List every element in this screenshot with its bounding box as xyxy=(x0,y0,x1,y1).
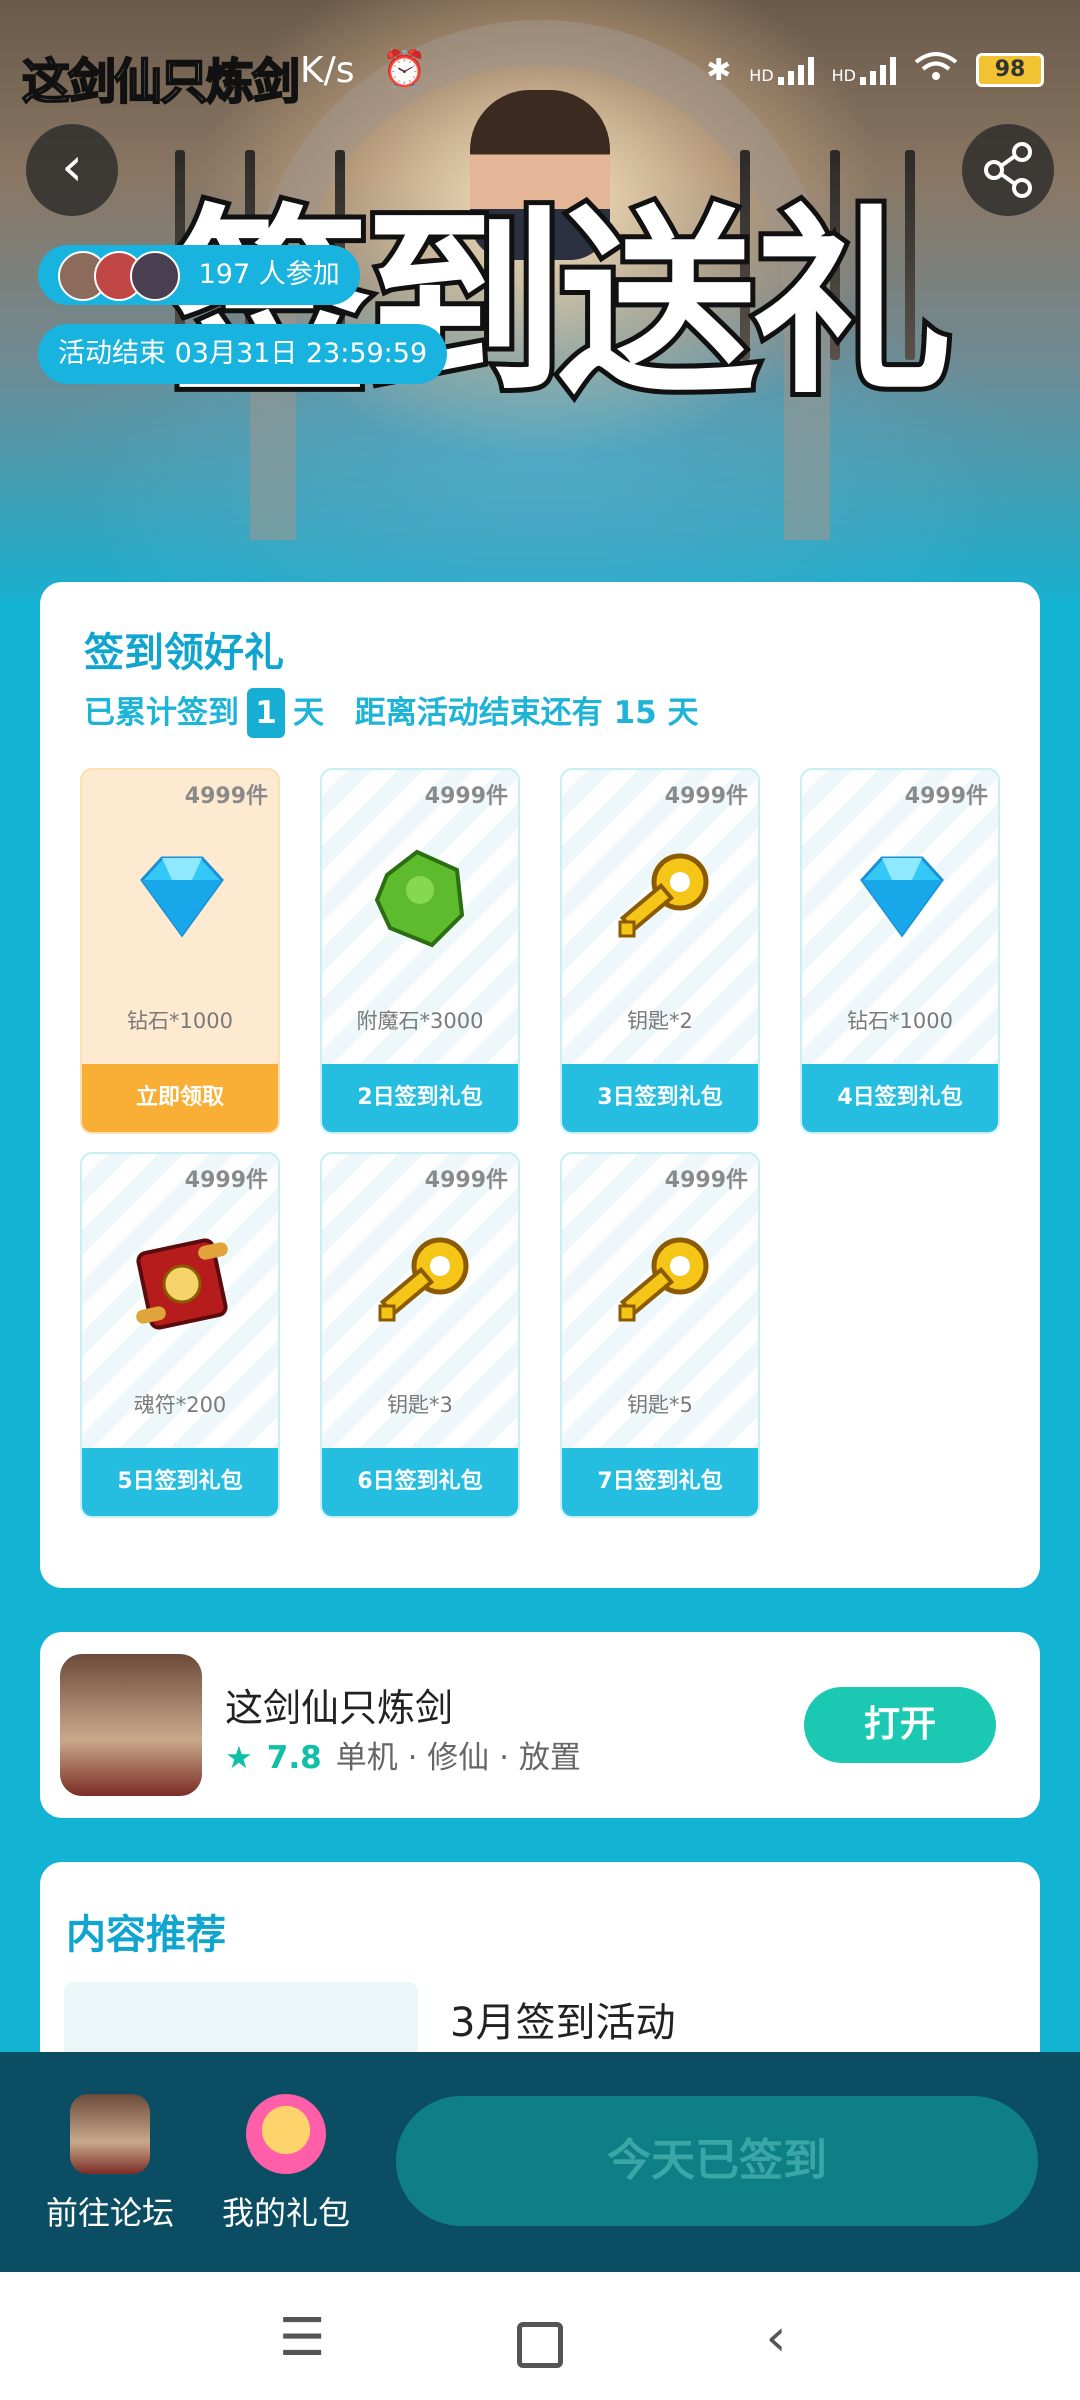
app-meta: ★ 7.8 单机 · 修仙 · 放置 xyxy=(225,1732,581,1777)
signal-icon xyxy=(777,55,814,85)
net-speed: K/s xyxy=(300,50,355,91)
day-gift-button[interactable]: 6日签到礼包 xyxy=(322,1448,518,1516)
status-icons: ✱ HD HD 98 xyxy=(706,50,1044,90)
gift-card-day6[interactable]: 4999件 钥匙*3 6日签到礼包 xyxy=(320,1152,520,1518)
signin-card: 签到领好礼 已累计签到 1 天 距离活动结束还有 15 天 4999件 钻石*100… xyxy=(40,582,1040,1588)
alarm-icon: ⏰ xyxy=(382,49,427,90)
green-stone-icon xyxy=(374,849,465,948)
home-icon[interactable] xyxy=(500,2308,580,2368)
remaining-days: 距离活动结束还有 15 天 xyxy=(354,695,699,731)
scroll-icon xyxy=(136,1238,228,1330)
key-icon xyxy=(378,1237,469,1322)
signal-1: HD xyxy=(749,55,814,85)
day-gift-button[interactable]: 5日签到礼包 xyxy=(82,1448,278,1516)
day-gift-button[interactable]: 4日签到礼包 xyxy=(802,1064,998,1132)
chevron-left-icon: ‹ xyxy=(61,135,83,198)
star-icon: ★ xyxy=(225,1740,253,1776)
my-gifts-button[interactable]: 我的礼包 xyxy=(206,2094,366,2234)
key-icon xyxy=(618,1237,709,1322)
back-nav-icon[interactable]: ‹ xyxy=(736,2308,816,2368)
bluetooth-icon: ✱ xyxy=(706,52,732,88)
forum-icon xyxy=(70,2094,150,2174)
menu-icon[interactable]: ☰ xyxy=(262,2308,342,2368)
day-gift-button[interactable]: 7日签到礼包 xyxy=(562,1448,758,1516)
app-icon xyxy=(60,1654,202,1796)
participant-avatars xyxy=(58,250,180,301)
signed-today-button[interactable]: 今天已签到 xyxy=(396,2096,1038,2226)
diamond-icon xyxy=(140,856,224,938)
signal-icon xyxy=(860,55,896,85)
signal-2: HD xyxy=(832,55,896,85)
status-bar: 这剑仙只炼剑 K/s ⏰ ✱ HD HD 98 xyxy=(0,20,1080,111)
participants-badge: 197 人参加 xyxy=(38,245,360,305)
signin-progress: 已累计签到 1 天 距离活动结束还有 15 天 xyxy=(84,687,699,738)
participants-count: 197 人参加 xyxy=(198,259,340,290)
back-button[interactable]: ‹ xyxy=(26,124,118,216)
recommend-thumbnail[interactable] xyxy=(64,1982,418,2062)
bottom-action-bar: 前往论坛 我的礼包 今天已签到 xyxy=(0,2052,1080,2272)
battery-indicator: 98 xyxy=(976,53,1044,87)
app-card[interactable]: 这剑仙只炼剑 ★ 7.8 单机 · 修仙 · 放置 打开 xyxy=(40,1632,1040,1818)
gift-card-day5[interactable]: 4999件 魂符*200 5日签到礼包 xyxy=(80,1152,280,1518)
app-name: 这剑仙只炼剑 xyxy=(225,1686,454,1730)
gift-card-day4[interactable]: 4999件 钻石*1000 4日签到礼包 xyxy=(800,768,1000,1134)
app-tags: 单机 · 修仙 · 放置 xyxy=(335,1740,581,1776)
claim-now-button[interactable]: 立即领取 xyxy=(82,1064,278,1132)
open-app-button[interactable]: 打开 xyxy=(804,1687,996,1763)
gift-card-day7[interactable]: 4999件 钥匙*5 7日签到礼包 xyxy=(560,1152,760,1518)
app-rating: 7.8 xyxy=(266,1740,322,1776)
wifi-icon xyxy=(914,50,958,90)
signed-days: 1 xyxy=(247,688,285,738)
system-nav-bar: ☰ ‹ xyxy=(0,2272,1080,2400)
diamond-icon xyxy=(860,856,944,938)
gift-character-icon xyxy=(246,2094,326,2174)
gift-card-day1[interactable]: 4999件 钻石*1000 立即领取 xyxy=(80,768,280,1134)
gift-card-day2[interactable]: 4999件 附魔石*3000 2日签到礼包 xyxy=(320,768,520,1134)
day-gift-button[interactable]: 2日签到礼包 xyxy=(322,1064,518,1132)
share-button[interactable] xyxy=(962,124,1054,216)
event-end-badge: 活动结束 03月31日 23:59:59 xyxy=(38,324,448,384)
overlay-title: 这剑仙只炼剑 xyxy=(21,53,301,111)
recommend-title: 内容推荐 xyxy=(66,1912,226,1958)
avatar xyxy=(130,250,180,301)
forum-button[interactable]: 前往论坛 xyxy=(30,2094,190,2234)
share-icon xyxy=(984,142,1032,198)
key-icon xyxy=(618,853,709,938)
recommend-item-title[interactable]: 3月签到活动 xyxy=(450,1990,675,2048)
signin-title: 签到领好礼 xyxy=(84,630,284,676)
gift-card-day3[interactable]: 4999件 钥匙*2 3日签到礼包 xyxy=(560,768,760,1134)
hero-title: 签到送礼 xyxy=(165,185,957,425)
day-gift-button[interactable]: 3日签到礼包 xyxy=(562,1064,758,1132)
